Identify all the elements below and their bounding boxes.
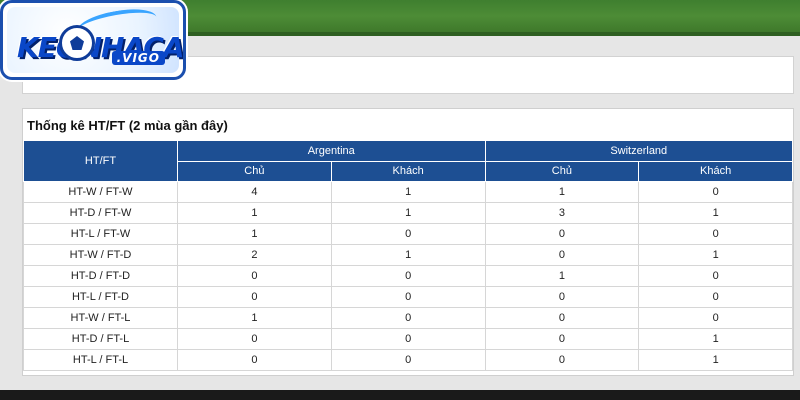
panel-title: Thống kê HT/FT (2 mùa gần đây) [27,118,228,133]
row-label: HT-D / FT-W [23,202,178,224]
table-cell: 0 [484,328,640,350]
table-row: HT-W / FT-L 1 0 0 0 [23,307,793,329]
table-cell: 1 [330,244,486,266]
table-cell: 0 [177,286,332,308]
table-row: HT-L / FT-L 0 0 0 1 [23,349,793,371]
table-cell: 0 [330,223,486,245]
table-cell: 1 [484,181,640,203]
row-label: HT-D / FT-D [23,265,178,287]
sub-header-away: Khách [638,160,793,182]
table-cell: 1 [330,181,486,203]
table-cell: 1 [638,328,793,350]
row-label: HT-L / FT-L [23,349,178,371]
table-cell: 3 [484,202,640,224]
sub-header-home: Chủ [484,160,640,182]
table-cell: 1 [330,202,486,224]
row-label: HT-L / FT-W [23,223,178,245]
table-row: HT-L / FT-D 0 0 0 0 [23,286,793,308]
table-cell: 0 [330,328,486,350]
table-cell: 0 [484,244,640,266]
logo-background: KEONHACAI .VIGO [7,4,183,73]
table-row: HT-D / FT-L 0 0 0 1 [23,328,793,350]
table-row: HT-D / FT-W 1 1 3 1 [23,202,793,224]
table-row: HT-L / FT-W 1 0 0 0 [23,223,793,245]
table-cell: 0 [484,349,640,371]
table-cell: 0 [177,265,332,287]
table-cell: 1 [177,307,332,329]
sub-header-away: Khách [330,160,486,182]
htft-stats-panel: Thống kê HT/FT (2 mùa gần đây) HT/FT Arg… [22,108,794,376]
table-cell: 0 [484,286,640,308]
table-cell: 1 [177,223,332,245]
table-cell: 0 [484,307,640,329]
table-cell: 0 [638,223,793,245]
team-header-switzerland: Switzerland [484,140,793,162]
team-header-argentina: Argentina [177,140,486,162]
table-cell: 1 [638,202,793,224]
table-cell: 0 [638,181,793,203]
soccer-ball-icon [59,25,95,61]
sub-header-home: Chủ [177,160,332,182]
table-cell: 0 [638,307,793,329]
row-label: HT-W / FT-L [23,307,178,329]
table-cell: 0 [330,265,486,287]
table-row: HT-W / FT-W 4 1 1 0 [23,181,793,203]
table-cell: 0 [177,349,332,371]
table-cell: 0 [484,223,640,245]
table-cell: 2 [177,244,332,266]
site-logo[interactable]: KEONHACAI .VIGO [0,0,186,80]
table-cell: 1 [177,202,332,224]
table-cell: 4 [177,181,332,203]
row-label: HT-W / FT-W [23,181,178,203]
table-cell: 0 [177,328,332,350]
table-cell: 0 [638,265,793,287]
row-label: HT-D / FT-L [23,328,178,350]
table-cell: 1 [638,349,793,371]
table-cell: 1 [638,244,793,266]
footer-bar [0,390,800,400]
table-cell: 0 [330,307,486,329]
table-cell: 0 [330,349,486,371]
row-label: HT-W / FT-D [23,244,178,266]
table-cell: 1 [484,265,640,287]
htft-table: HT/FT Argentina Switzerland Chủ Khách Ch… [23,140,793,371]
table-row: HT-W / FT-D 2 1 0 1 [23,244,793,266]
table-cell: 0 [330,286,486,308]
table-row: HT-D / FT-D 0 0 1 0 [23,265,793,287]
row-header-cell: HT/FT [23,140,178,182]
row-label: HT-L / FT-D [23,286,178,308]
logo-subtext: .VIGO [111,51,165,65]
table-cell: 0 [638,286,793,308]
